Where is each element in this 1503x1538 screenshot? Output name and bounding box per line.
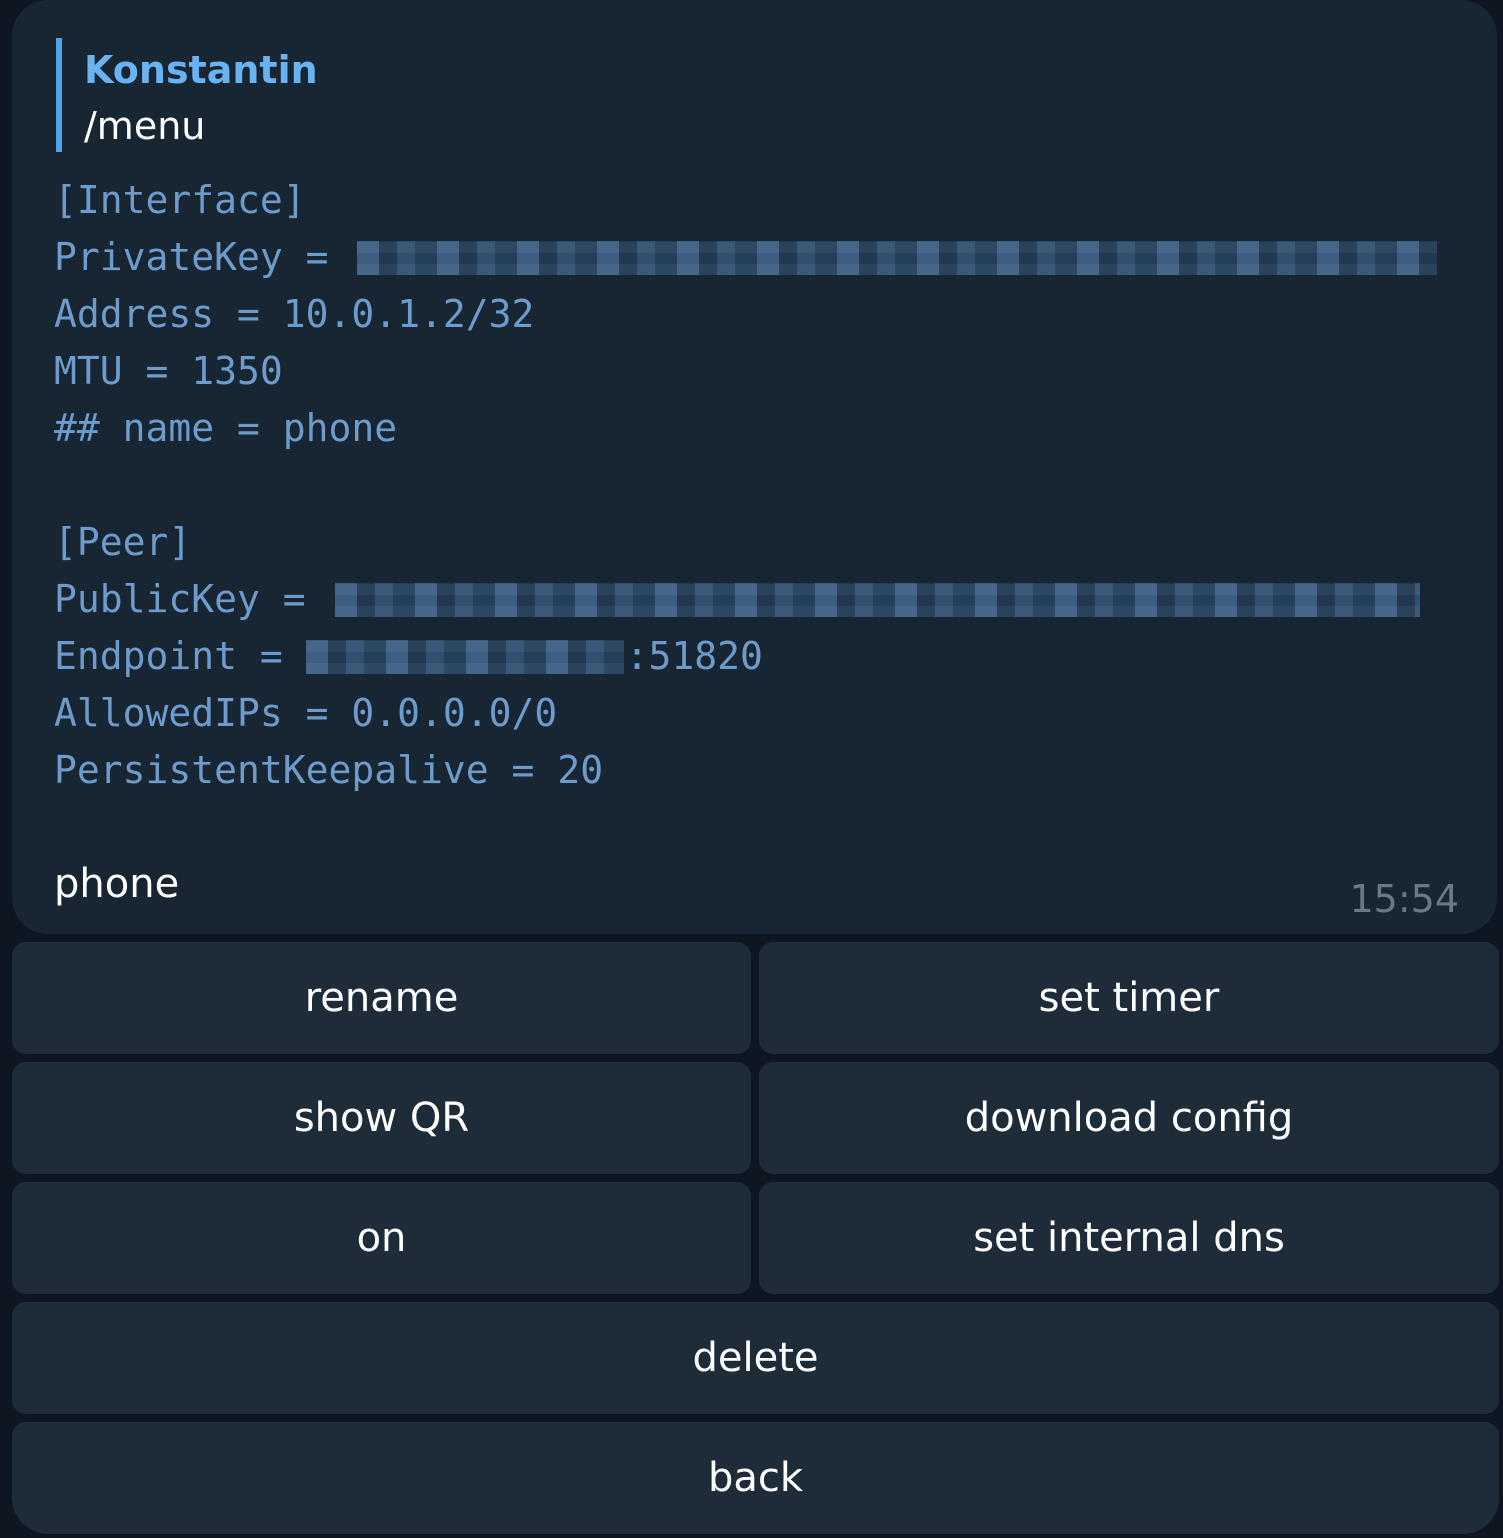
config-line-text: Endpoint = bbox=[54, 634, 306, 678]
config-line-address: Address = 10.0.1.2/32 bbox=[54, 286, 1474, 343]
redacted-endpoint-ip bbox=[305, 639, 624, 674]
config-line-suffix: :51820 bbox=[625, 634, 763, 678]
redacted-private-key bbox=[357, 240, 1438, 275]
config-line-text: PrivateKey = bbox=[54, 235, 352, 279]
config-line-text: Address = 10.0.1.2/32 bbox=[54, 292, 535, 336]
redacted-public-key bbox=[334, 582, 1420, 617]
download-config-button[interactable]: download config bbox=[759, 1062, 1499, 1174]
message-bubble: Konstantin /menu [Interface] PrivateKey … bbox=[12, 0, 1497, 934]
config-line-text: PublicKey = bbox=[54, 577, 329, 621]
config-line-text: MTU = 1350 bbox=[54, 349, 283, 393]
back-button[interactable]: back bbox=[12, 1422, 1499, 1534]
config-line-name: ## name = phone bbox=[54, 400, 1474, 457]
config-line-publickey: PublicKey = bbox=[54, 571, 1474, 628]
set-timer-button[interactable]: set timer bbox=[759, 942, 1499, 1054]
reply-author: Konstantin bbox=[84, 48, 318, 92]
config-line-text: PersistentKeepalive = 20 bbox=[54, 748, 604, 792]
config-line-interface: [Interface] bbox=[54, 172, 1474, 229]
config-line-peer: [Peer] bbox=[54, 514, 1474, 571]
on-button[interactable]: on bbox=[12, 1182, 751, 1294]
config-code-block[interactable]: [Interface] PrivateKey = Address = 10.0.… bbox=[54, 172, 1474, 799]
config-line-mtu: MTU = 1350 bbox=[54, 343, 1474, 400]
config-line-privatekey: PrivateKey = bbox=[54, 229, 1474, 286]
message-time: 15:54 bbox=[1349, 877, 1459, 921]
config-line-endpoint: Endpoint = :51820 bbox=[54, 628, 1474, 685]
reply-text: /menu bbox=[84, 104, 206, 148]
delete-button[interactable]: delete bbox=[12, 1302, 1499, 1414]
set-internal-dns-button[interactable]: set internal dns bbox=[759, 1182, 1499, 1294]
config-line-text: ## name = phone bbox=[54, 406, 398, 450]
show-qr-button[interactable]: show QR bbox=[12, 1062, 751, 1174]
config-line-keepalive: PersistentKeepalive = 20 bbox=[54, 742, 1474, 799]
config-line-text: AllowedIPs = 0.0.0.0/0 bbox=[54, 691, 558, 735]
reply-quote[interactable]: Konstantin /menu bbox=[56, 38, 318, 152]
config-line-empty bbox=[54, 457, 1474, 514]
config-line-allowedips: AllowedIPs = 0.0.0.0/0 bbox=[54, 685, 1474, 742]
message-caption: phone bbox=[54, 861, 180, 907]
config-line-text: [Interface] bbox=[54, 178, 306, 222]
rename-button[interactable]: rename bbox=[12, 942, 751, 1054]
config-line-text: [Peer] bbox=[54, 520, 192, 564]
